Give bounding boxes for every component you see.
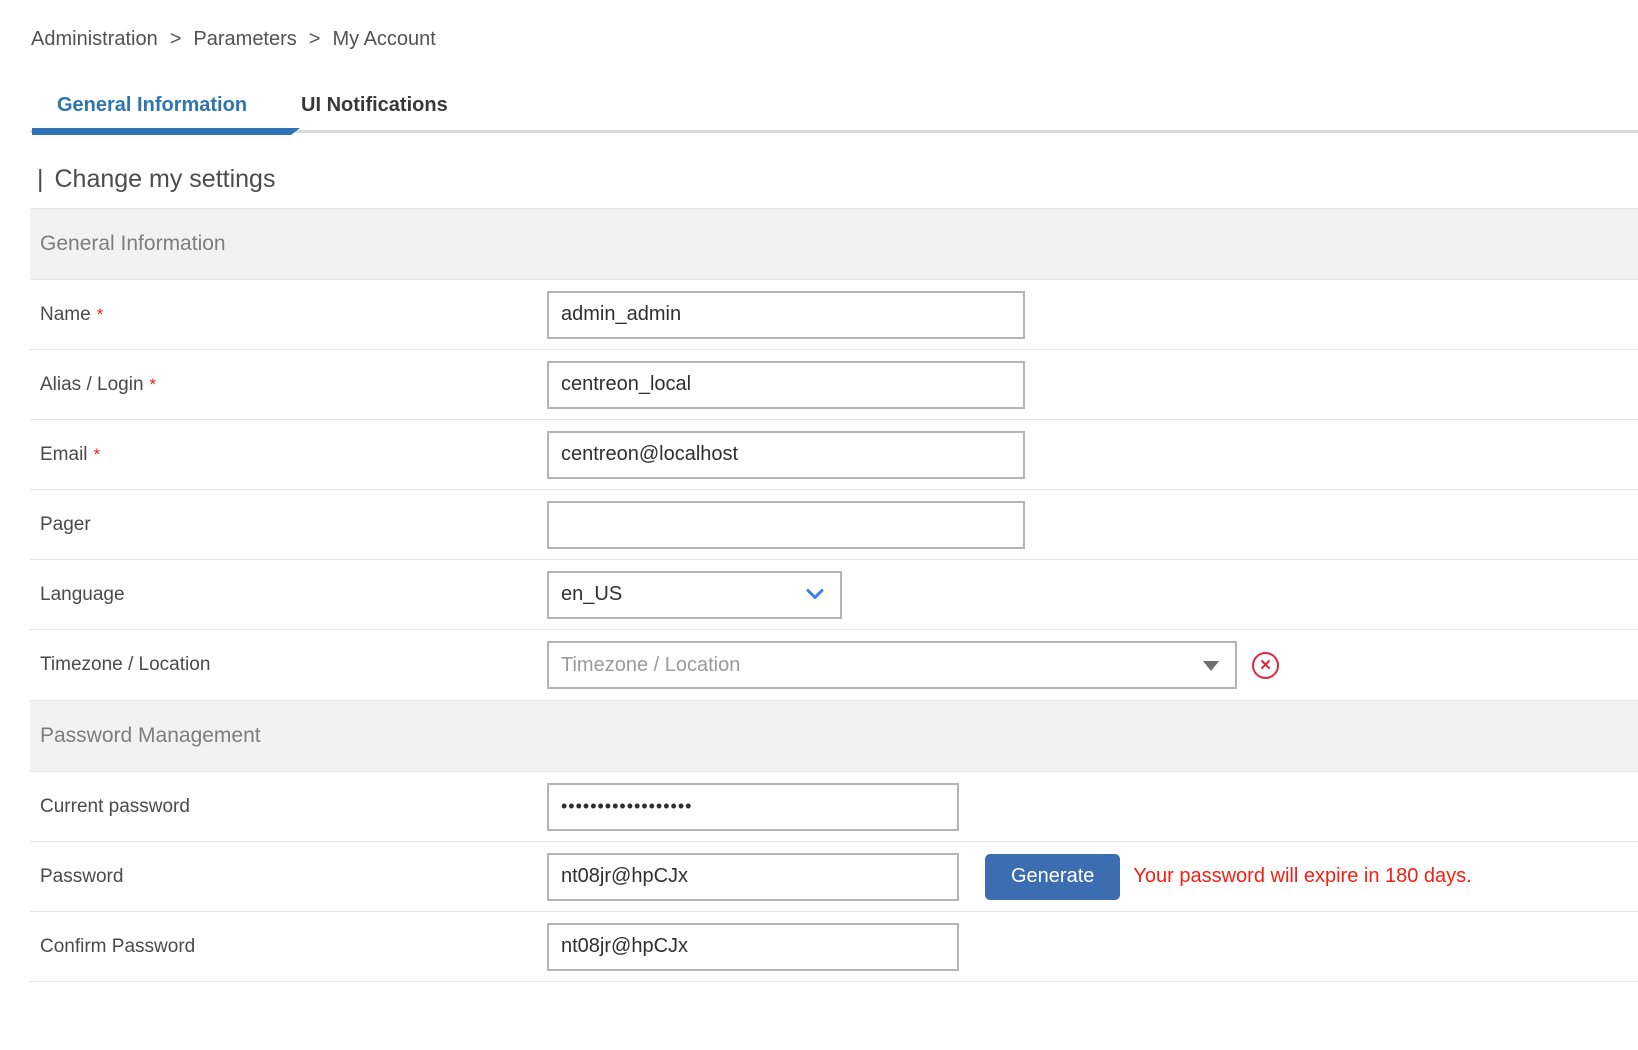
triangle-down-icon — [1203, 661, 1219, 671]
timezone-combo — [547, 641, 1237, 689]
required-asterisk: * — [150, 375, 157, 394]
password-field[interactable] — [547, 853, 959, 901]
timezone-field[interactable] — [547, 641, 1237, 689]
breadcrumb-separator: > — [170, 28, 182, 51]
section-header-password-management: Password Management — [30, 700, 1638, 772]
breadcrumb-item-administration[interactable]: Administration — [31, 28, 158, 51]
page-title-text: Change my settings — [55, 165, 276, 194]
email-field[interactable] — [547, 431, 1025, 479]
form-row-confirm-password: Confirm Password — [30, 912, 1638, 982]
circle-x-clear-icon[interactable]: ✕ — [1252, 652, 1279, 679]
pager-field[interactable] — [547, 501, 1025, 549]
form-row-pager: Pager — [30, 490, 1638, 560]
form-row-language: Language en_US — [30, 560, 1638, 630]
current-password-field[interactable] — [547, 783, 959, 831]
required-asterisk: * — [97, 305, 104, 324]
general-information-form: Name* Alias / Login* Email* Pager Langua… — [30, 280, 1638, 700]
breadcrumb-item-parameters[interactable]: Parameters — [193, 28, 296, 51]
alias-login-label: Alias / Login* — [30, 374, 547, 396]
form-row-name: Name* — [30, 280, 1638, 350]
tab-general-information[interactable]: General Information — [30, 94, 274, 117]
section-header-general-information: General Information — [30, 208, 1638, 280]
timezone-label: Timezone / Location — [30, 654, 547, 676]
language-selected-value: en_US — [561, 583, 622, 606]
email-label: Email* — [30, 444, 547, 466]
tab-ui-notifications[interactable]: UI Notifications — [274, 94, 475, 117]
breadcrumb-item-my-account[interactable]: My Account — [332, 28, 435, 51]
language-select[interactable]: en_US — [547, 571, 842, 619]
chevron-down-icon — [806, 589, 824, 600]
pager-label: Pager — [30, 514, 547, 536]
generate-password-button[interactable]: Generate — [985, 854, 1120, 900]
form-row-email: Email* — [30, 420, 1638, 490]
password-label: Password — [30, 866, 547, 888]
tab-bar: General Information UI Notifications — [30, 81, 1638, 133]
name-field[interactable] — [547, 291, 1025, 339]
password-management-form: Current password Password Generate Your … — [30, 772, 1638, 982]
title-bar-glyph: | — [37, 165, 44, 194]
form-row-timezone: Timezone / Location ✕ — [30, 630, 1638, 700]
required-asterisk: * — [94, 445, 101, 464]
active-tab-indicator — [32, 128, 300, 135]
form-row-alias-login: Alias / Login* — [30, 350, 1638, 420]
confirm-password-field[interactable] — [547, 923, 959, 971]
form-row-password: Password Generate Your password will exp… — [30, 842, 1638, 912]
current-password-label: Current password — [30, 796, 547, 818]
form-row-current-password: Current password — [30, 772, 1638, 842]
breadcrumb-separator: > — [309, 28, 321, 51]
language-label: Language — [30, 584, 547, 606]
name-label: Name* — [30, 304, 547, 326]
password-expire-notice: Your password will expire in 180 days. — [1133, 865, 1471, 888]
breadcrumb: Administration > Parameters > My Account — [31, 28, 1638, 51]
page-title: | Change my settings — [37, 165, 1638, 194]
confirm-password-label: Confirm Password — [30, 936, 547, 958]
alias-login-field[interactable] — [547, 361, 1025, 409]
